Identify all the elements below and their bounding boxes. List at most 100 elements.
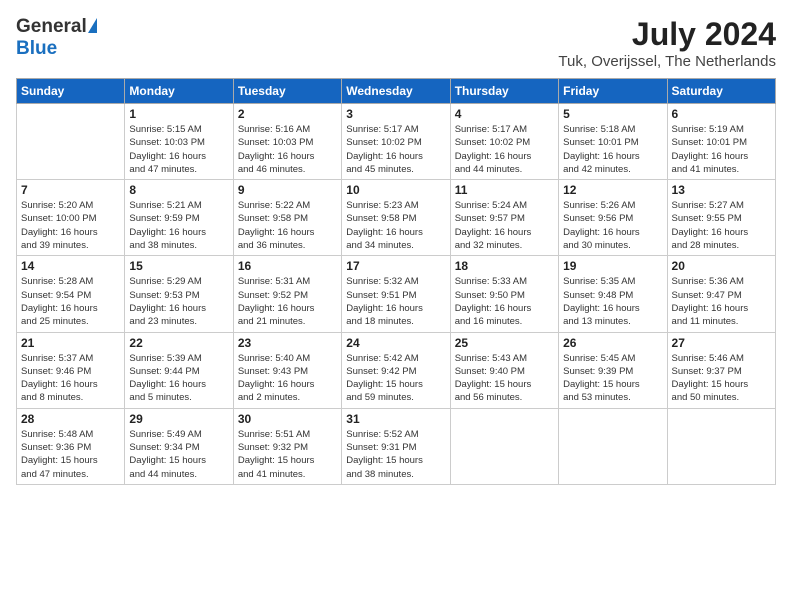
calendar-cell: 14Sunrise: 5:28 AM Sunset: 9:54 PM Dayli… [17, 256, 125, 332]
calendar-cell: 24Sunrise: 5:42 AM Sunset: 9:42 PM Dayli… [342, 332, 450, 408]
weekday-header-monday: Monday [125, 79, 233, 104]
day-number: 11 [455, 183, 554, 197]
day-info: Sunrise: 5:20 AM Sunset: 10:00 PM Daylig… [21, 199, 120, 252]
day-number: 15 [129, 259, 228, 273]
calendar-cell: 27Sunrise: 5:46 AM Sunset: 9:37 PM Dayli… [667, 332, 775, 408]
day-number: 18 [455, 259, 554, 273]
day-info: Sunrise: 5:36 AM Sunset: 9:47 PM Dayligh… [672, 275, 771, 328]
calendar-cell: 18 Sunrise: 5:33 AM Sunset: 9:50 PM Dayli… [450, 256, 558, 332]
page-header: General Blue July 2024 Tuk, Overijssel, … [16, 16, 776, 70]
calendar-cell: 2 Sunrise: 5:16 AM Sunset: 10:03 PM Dayli… [233, 104, 341, 180]
calendar-cell: 20 Sunrise: 5:36 AM Sunset: 9:47 PM Dayli… [667, 256, 775, 332]
day-info: Sunrise: 5:51 AM Sunset: 9:32 PM Dayligh… [238, 428, 337, 481]
calendar-cell: 9 Sunrise: 5:22 AM Sunset: 9:58 PM Daylig… [233, 180, 341, 256]
day-number: 28 [21, 412, 120, 426]
day-number: 3 [346, 107, 445, 121]
day-number: 6 [672, 107, 771, 121]
calendar-cell: 29Sunrise: 5:49 AM Sunset: 9:34 PM Dayli… [125, 408, 233, 484]
day-info: Sunrise: 5:45 AM Sunset: 9:39 PM Dayligh… [563, 352, 662, 405]
day-number: 31 [346, 412, 445, 426]
day-number: 14 [21, 259, 120, 273]
day-number: 30 [238, 412, 337, 426]
calendar-table: SundayMondayTuesdayWednesdayThursdayFrid… [16, 78, 776, 485]
day-info: Sunrise: 5:23 AM Sunset: 9:58 PM Dayligh… [346, 199, 445, 252]
day-number: 21 [21, 336, 120, 350]
calendar-cell: 13 Sunrise: 5:27 AM Sunset: 9:55 PM Dayli… [667, 180, 775, 256]
day-info: Sunrise: 5:26 AM Sunset: 9:56 PM Dayligh… [563, 199, 662, 252]
calendar-cell: 23 Sunrise: 5:40 AM Sunset: 9:43 PM Dayli… [233, 332, 341, 408]
calendar-cell [17, 104, 125, 180]
day-info: Sunrise: 5:18 AM Sunset: 10:01 PM Daylig… [563, 123, 662, 176]
day-number: 12 [563, 183, 662, 197]
day-number: 23 [238, 336, 337, 350]
logo-triangle-icon [88, 18, 97, 33]
calendar-cell: 4Sunrise: 5:17 AM Sunset: 10:02 PM Dayli… [450, 104, 558, 180]
calendar-cell: 19 Sunrise: 5:35 AM Sunset: 9:48 PM Dayli… [559, 256, 667, 332]
day-number: 24 [346, 336, 445, 350]
calendar-cell [667, 408, 775, 484]
day-number: 9 [238, 183, 337, 197]
day-info: Sunrise: 5:35 AM Sunset: 9:48 PM Dayligh… [563, 275, 662, 328]
calendar-cell: 10 Sunrise: 5:23 AM Sunset: 9:58 PM Dayli… [342, 180, 450, 256]
calendar-cell: 16 Sunrise: 5:31 AM Sunset: 9:52 PM Dayli… [233, 256, 341, 332]
day-info: Sunrise: 5:39 AM Sunset: 9:44 PM Dayligh… [129, 352, 228, 405]
calendar-cell: 8 Sunrise: 5:21 AM Sunset: 9:59 PM Daylig… [125, 180, 233, 256]
day-info: Sunrise: 5:37 AM Sunset: 9:46 PM Dayligh… [21, 352, 120, 405]
day-info: Sunrise: 5:16 AM Sunset: 10:03 PM Daylig… [238, 123, 337, 176]
weekday-header-tuesday: Tuesday [233, 79, 341, 104]
day-info: Sunrise: 5:52 AM Sunset: 9:31 PM Dayligh… [346, 428, 445, 481]
title-block: July 2024 Tuk, Overijssel, The Netherlan… [558, 16, 776, 70]
calendar-cell: 12 Sunrise: 5:26 AM Sunset: 9:56 PM Dayli… [559, 180, 667, 256]
calendar-cell: 28 Sunrise: 5:48 AM Sunset: 9:36 PM Dayli… [17, 408, 125, 484]
calendar-cell: 1 Sunrise: 5:15 AM Sunset: 10:03 PM Dayli… [125, 104, 233, 180]
logo: General Blue [16, 16, 97, 60]
calendar-cell: 25Sunrise: 5:43 AM Sunset: 9:40 PM Dayli… [450, 332, 558, 408]
weekday-header-wednesday: Wednesday [342, 79, 450, 104]
day-info: Sunrise: 5:32 AM Sunset: 9:51 PM Dayligh… [346, 275, 445, 328]
calendar-cell: 22Sunrise: 5:39 AM Sunset: 9:44 PM Dayli… [125, 332, 233, 408]
calendar-cell: 31 Sunrise: 5:52 AM Sunset: 9:31 PM Dayli… [342, 408, 450, 484]
month-year-title: July 2024 [558, 16, 776, 53]
day-info: Sunrise: 5:33 AM Sunset: 9:50 PM Dayligh… [455, 275, 554, 328]
weekday-header-sunday: Sunday [17, 79, 125, 104]
day-info: Sunrise: 5:17 AM Sunset: 10:02 PM Daylig… [346, 123, 445, 176]
day-info: Sunrise: 5:19 AM Sunset: 10:01 PM Daylig… [672, 123, 771, 176]
calendar-cell: 15 Sunrise: 5:29 AM Sunset: 9:53 PM Dayli… [125, 256, 233, 332]
day-number: 1 [129, 107, 228, 121]
calendar-cell: 11 Sunrise: 5:24 AM Sunset: 9:57 PM Dayli… [450, 180, 558, 256]
calendar-cell: 6 Sunrise: 5:19 AM Sunset: 10:01 PM Dayli… [667, 104, 775, 180]
calendar-cell: 5Sunrise: 5:18 AM Sunset: 10:01 PM Dayli… [559, 104, 667, 180]
calendar-cell: 26Sunrise: 5:45 AM Sunset: 9:39 PM Dayli… [559, 332, 667, 408]
day-info: Sunrise: 5:24 AM Sunset: 9:57 PM Dayligh… [455, 199, 554, 252]
logo-general: General [16, 16, 87, 38]
day-info: Sunrise: 5:27 AM Sunset: 9:55 PM Dayligh… [672, 199, 771, 252]
weekday-header-friday: Friday [559, 79, 667, 104]
day-info: Sunrise: 5:40 AM Sunset: 9:43 PM Dayligh… [238, 352, 337, 405]
day-info: Sunrise: 5:46 AM Sunset: 9:37 PM Dayligh… [672, 352, 771, 405]
week-row-2: 7Sunrise: 5:20 AM Sunset: 10:00 PM Dayli… [17, 180, 776, 256]
day-number: 4 [455, 107, 554, 121]
day-info: Sunrise: 5:31 AM Sunset: 9:52 PM Dayligh… [238, 275, 337, 328]
calendar-cell: 21 Sunrise: 5:37 AM Sunset: 9:46 PM Dayli… [17, 332, 125, 408]
day-number: 17 [346, 259, 445, 273]
day-number: 2 [238, 107, 337, 121]
day-info: Sunrise: 5:22 AM Sunset: 9:58 PM Dayligh… [238, 199, 337, 252]
calendar-cell [450, 408, 558, 484]
day-number: 8 [129, 183, 228, 197]
day-info: Sunrise: 5:21 AM Sunset: 9:59 PM Dayligh… [129, 199, 228, 252]
day-number: 16 [238, 259, 337, 273]
calendar-cell: 3 Sunrise: 5:17 AM Sunset: 10:02 PM Dayli… [342, 104, 450, 180]
day-info: Sunrise: 5:29 AM Sunset: 9:53 PM Dayligh… [129, 275, 228, 328]
week-row-1: 1 Sunrise: 5:15 AM Sunset: 10:03 PM Dayli… [17, 104, 776, 180]
day-number: 10 [346, 183, 445, 197]
day-number: 19 [563, 259, 662, 273]
calendar-cell: 7Sunrise: 5:20 AM Sunset: 10:00 PM Dayli… [17, 180, 125, 256]
week-row-5: 28 Sunrise: 5:48 AM Sunset: 9:36 PM Dayli… [17, 408, 776, 484]
day-info: Sunrise: 5:15 AM Sunset: 10:03 PM Daylig… [129, 123, 228, 176]
week-row-3: 14Sunrise: 5:28 AM Sunset: 9:54 PM Dayli… [17, 256, 776, 332]
day-number: 13 [672, 183, 771, 197]
day-number: 20 [672, 259, 771, 273]
day-info: Sunrise: 5:48 AM Sunset: 9:36 PM Dayligh… [21, 428, 120, 481]
week-row-4: 21 Sunrise: 5:37 AM Sunset: 9:46 PM Dayli… [17, 332, 776, 408]
day-number: 29 [129, 412, 228, 426]
